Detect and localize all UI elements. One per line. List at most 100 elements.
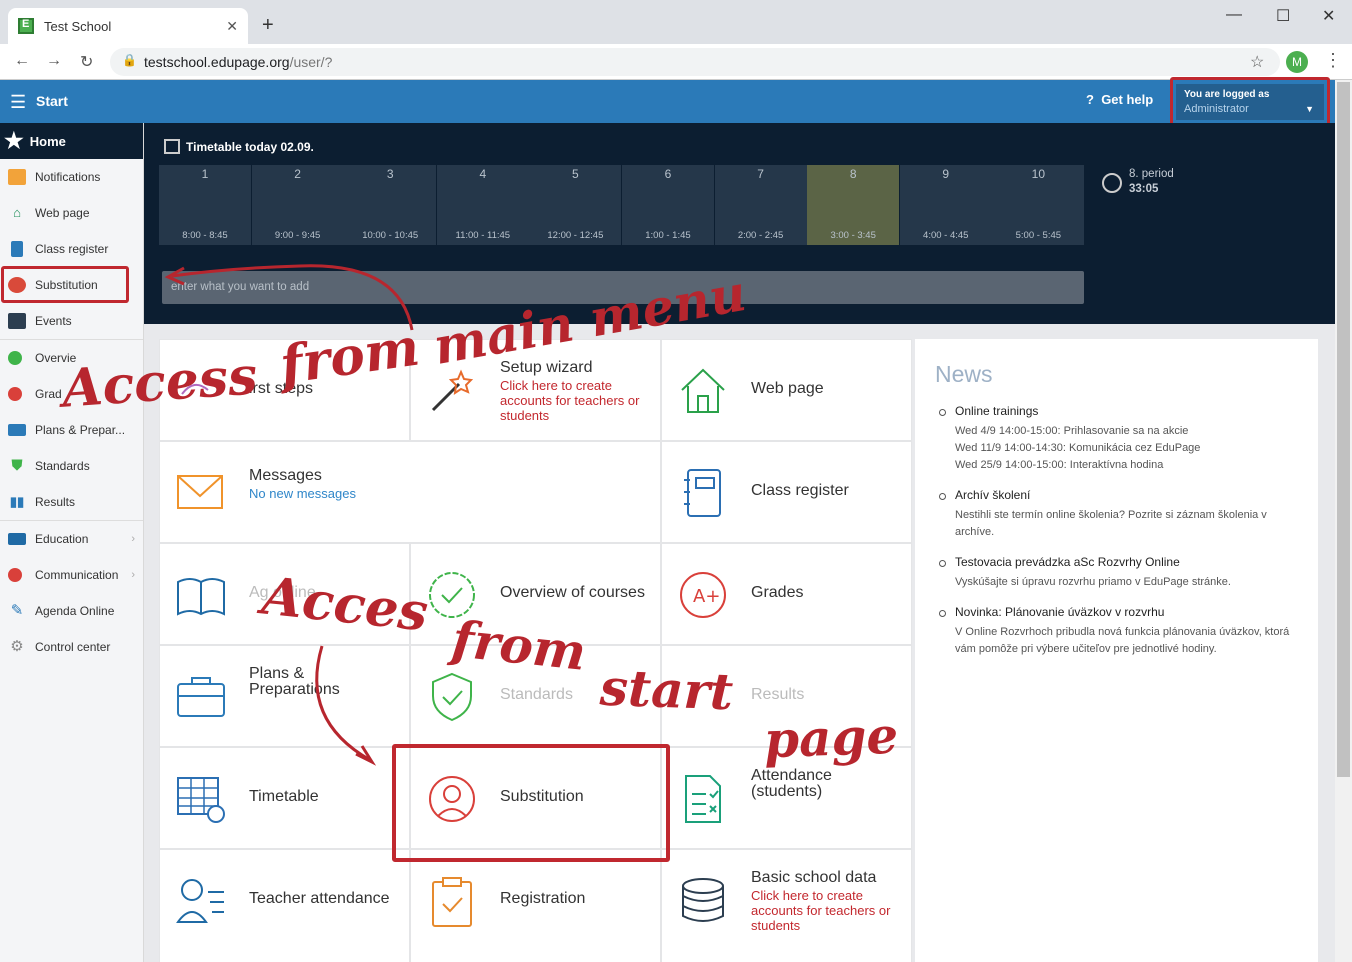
back-icon[interactable]: ← xyxy=(14,52,30,70)
start-link[interactable]: Start xyxy=(36,93,68,109)
url-field[interactable]: 🔒 testschool.edupage.org/user/? xyxy=(110,48,1280,76)
app-topbar: ☰ Start ? Get help You are logged as Adm… xyxy=(0,80,1335,123)
house-icon xyxy=(681,368,725,413)
tile-messages[interactable]: Messages No new messages xyxy=(160,442,660,542)
sidebar-item-label: Standards xyxy=(35,459,90,473)
grade-icon xyxy=(8,387,22,401)
period-number: 10 xyxy=(1031,167,1046,181)
current-period: 8. period 33:05 xyxy=(1129,167,1174,197)
new-tab-icon[interactable]: + xyxy=(262,14,274,37)
period-cell[interactable]: 10 5:00 - 5:45 xyxy=(992,165,1085,245)
chevron-right-icon: › xyxy=(131,533,135,545)
period-time: 2:00 - 2:45 xyxy=(737,230,784,241)
profile-avatar[interactable]: M xyxy=(1286,51,1308,73)
browser-tab[interactable]: Test School ✕ xyxy=(8,8,248,44)
news-title: Online trainings xyxy=(955,404,1039,418)
period-cell[interactable]: 3 10:00 - 10:45 xyxy=(344,165,437,245)
tile-web-page[interactable]: Web page xyxy=(662,340,911,440)
current-period-label: 8. period xyxy=(1129,168,1174,180)
sidebar-item-label: Education xyxy=(35,532,89,546)
sidebar-item-notifications[interactable]: Notifications xyxy=(0,159,143,195)
period-cell[interactable]: 6 1:00 - 1:45 xyxy=(621,165,714,245)
tile-class-register[interactable]: Class register xyxy=(662,442,911,542)
news-panel: News Online trainings Wed 4/9 14:00-15:00… xyxy=(915,339,1318,962)
sidebar-home[interactable]: ★ Home xyxy=(0,123,143,159)
tile-teacher-attendance[interactable]: Teacher attendance xyxy=(160,850,409,962)
period-time: 3:00 - 3:45 xyxy=(830,230,876,241)
pen-icon: ✎ xyxy=(10,602,24,619)
period-cell-current[interactable]: 8 3:00 - 3:45 xyxy=(807,165,900,245)
shield-icon: ⛊ xyxy=(11,457,23,474)
news-title: Archív školení xyxy=(955,488,1031,502)
sidebar-item-label: Class register xyxy=(35,242,109,256)
close-tab-icon[interactable]: ✕ xyxy=(226,18,238,35)
highlight-box-substitution-menu xyxy=(1,266,129,303)
window-close-icon[interactable]: ✕ xyxy=(1322,6,1335,26)
news-item[interactable]: Novinka: Plánovanie úväzkov v rozvrhu V O… xyxy=(935,605,1298,658)
tile-label: Basic school data xyxy=(751,869,877,886)
shield-check-icon xyxy=(432,672,472,722)
teacher-list-icon xyxy=(176,879,224,923)
chevron-right-icon: › xyxy=(131,569,135,581)
news-body: Vyskúšajte si úpravu rozvrhu priamo v Ed… xyxy=(955,576,1231,588)
sidebar-item-events[interactable]: Events xyxy=(0,303,143,339)
tile-timetable[interactable]: Timetable xyxy=(160,748,409,848)
period-cell[interactable]: 9 4:00 - 4:45 xyxy=(899,165,992,245)
period-cell[interactable]: 2 9:00 - 9:45 xyxy=(251,165,344,245)
sidebar-item-label: Control center xyxy=(35,640,111,654)
period-number: 7 xyxy=(757,167,764,181)
sidebar-item-communication[interactable]: Communication › xyxy=(0,557,143,593)
period-cell[interactable]: 7 2:00 - 2:45 xyxy=(714,165,807,245)
sidebar-item-label: Communication xyxy=(35,568,119,582)
tile-plans-preparations[interactable]: Plans & Preparations xyxy=(160,646,409,746)
period-cell[interactable]: 4 11:00 - 11:45 xyxy=(436,165,529,245)
news-item[interactable]: Archív školení Nestihli ste termín online… xyxy=(935,488,1298,541)
bar-chart-icon: ▮▮ xyxy=(9,494,25,509)
tile-sublabel: No new messages xyxy=(249,486,356,501)
sidebar-item-standards[interactable]: ⛊ Standards xyxy=(0,448,143,484)
page-scrollbar[interactable] xyxy=(1335,80,1352,962)
sidebar-item-education[interactable]: Education › xyxy=(0,521,143,557)
forward-icon[interactable]: → xyxy=(46,52,62,70)
reload-icon[interactable]: ↻ xyxy=(80,52,93,72)
period-cell[interactable]: 5 12:00 - 12:45 xyxy=(529,165,622,245)
sidebar-item-web-page[interactable]: ⌂ Web page xyxy=(0,195,143,231)
briefcase-icon xyxy=(177,677,225,717)
period-time: 10:00 - 10:45 xyxy=(362,230,419,241)
browser-menu-icon[interactable]: ⋮ xyxy=(1324,50,1342,71)
period-strip: 1 8:00 - 8:45 2 9:00 - 9:45 3 10:00 - 10:45… xyxy=(159,165,1085,245)
get-help-link[interactable]: ? Get help xyxy=(1086,92,1153,107)
tile-grades[interactable]: A+ Grades xyxy=(662,544,911,644)
news-item[interactable]: Online trainings Wed 4/9 14:00-15:00: Pri… xyxy=(935,404,1298,474)
grade-a-plus-icon: A+ xyxy=(680,572,726,618)
tile-label: Plans & Preparations xyxy=(249,665,340,698)
tile-registration[interactable]: Registration xyxy=(411,850,660,962)
star-icon: ★ xyxy=(4,128,24,153)
highlight-box-substitution-tile xyxy=(392,744,670,862)
edupage-favicon-icon xyxy=(18,18,34,34)
tile-sublabel: Click here to create accounts for teache… xyxy=(751,888,891,933)
sidebar-item-control-center[interactable]: ⚙ Control center xyxy=(0,629,143,665)
period-time: 4:00 - 4:45 xyxy=(923,230,969,241)
open-book-icon xyxy=(177,578,225,616)
period-number: 5 xyxy=(572,167,579,181)
tile-label: Timetable xyxy=(249,788,319,805)
news-heading: News xyxy=(935,361,993,387)
calendar-icon xyxy=(164,139,180,154)
minimize-icon[interactable]: — xyxy=(1226,6,1242,24)
news-item[interactable]: Testovacia prevádzka aSc Rozvrhy Online V… xyxy=(935,555,1298,591)
period-cell[interactable]: 1 8:00 - 8:45 xyxy=(159,165,251,245)
notebook-icon xyxy=(684,469,721,517)
check-circle-icon xyxy=(8,351,22,365)
tile-basic-school-data[interactable]: Basic school data Click here to create a… xyxy=(662,850,911,962)
sidebar-item-results[interactable]: ▮▮ Results xyxy=(0,484,143,520)
sidebar-item-class-register[interactable]: Class register xyxy=(0,231,143,267)
highlight-box-user xyxy=(1170,77,1330,126)
scrollbar-thumb[interactable] xyxy=(1337,82,1350,777)
sidebar-item-agenda-online[interactable]: ✎ Agenda Online xyxy=(0,593,143,629)
maximize-icon[interactable]: ☐ xyxy=(1276,6,1290,26)
bookmark-star-icon[interactable]: ☆ xyxy=(1250,52,1264,72)
tile-label: Standards xyxy=(500,686,573,703)
sidebar-item-label: Results xyxy=(35,495,76,509)
hamburger-menu-icon[interactable]: ☰ xyxy=(10,92,26,113)
